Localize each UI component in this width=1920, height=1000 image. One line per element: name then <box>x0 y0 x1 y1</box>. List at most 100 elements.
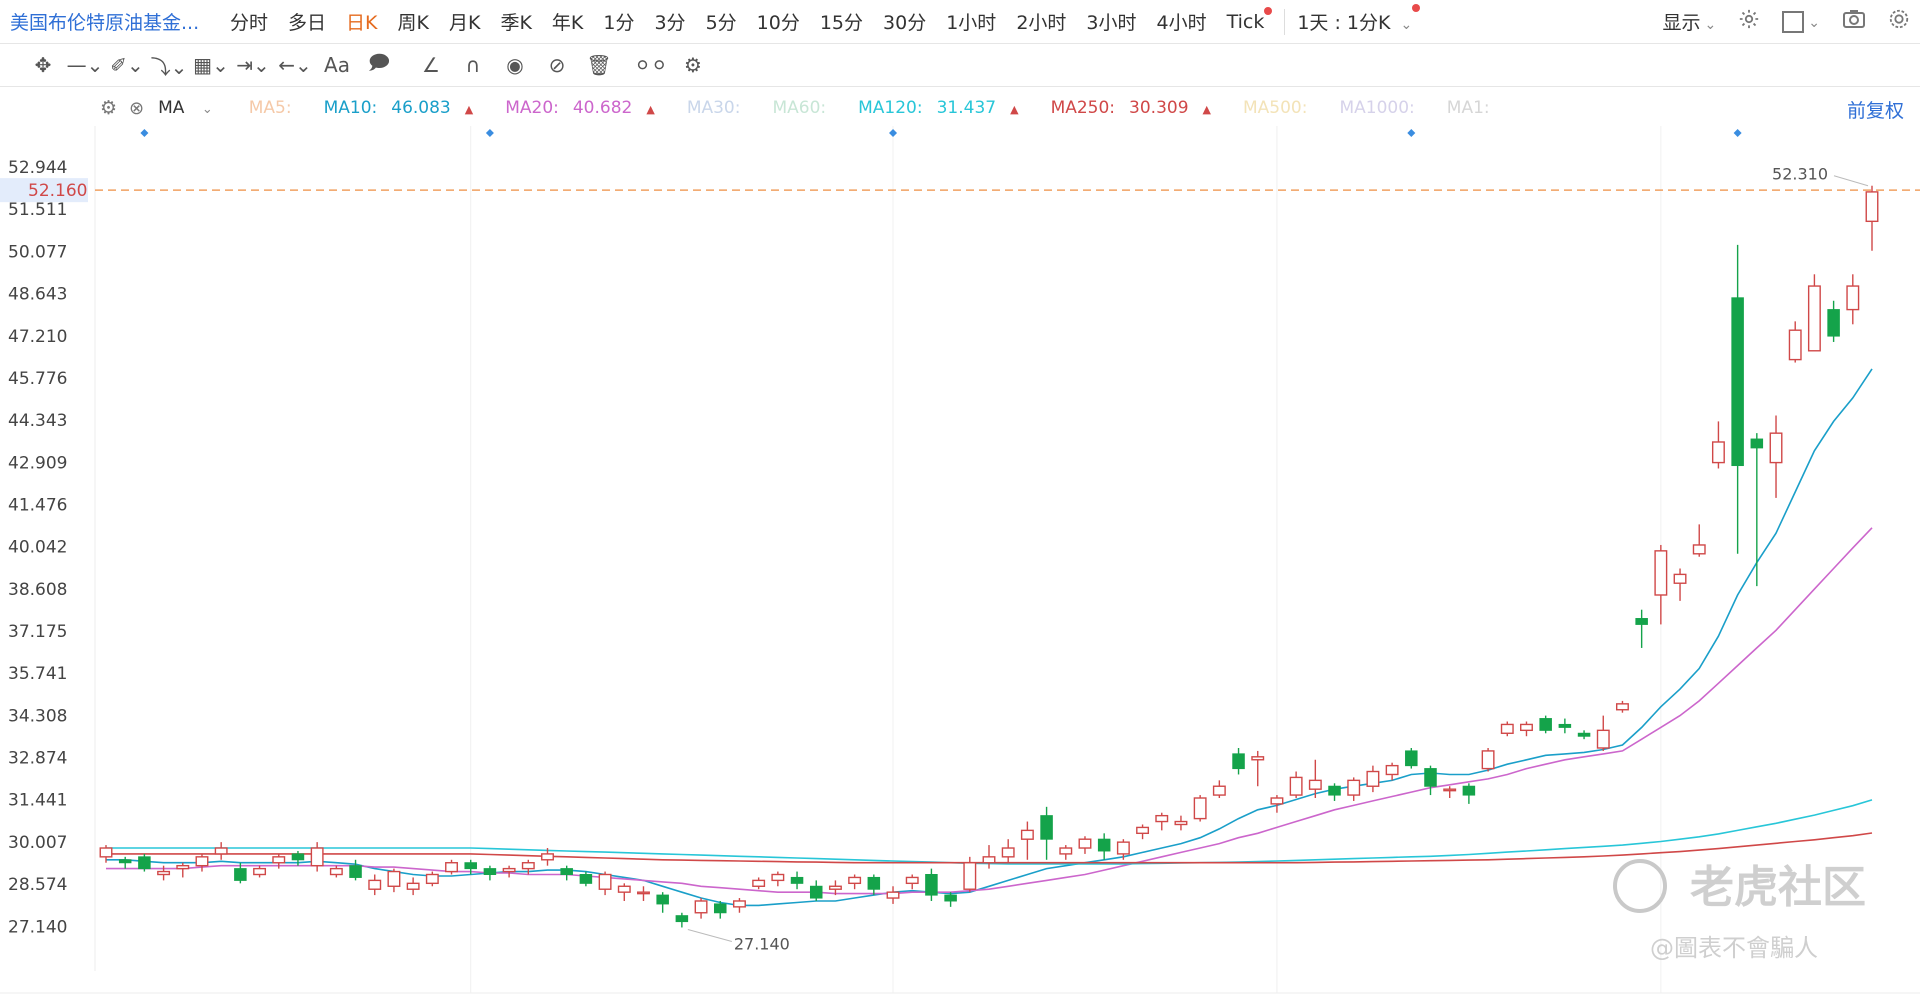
tab-period-11[interactable]: 15分 <box>820 8 863 35</box>
layout-menu[interactable]: ⌄ <box>1782 10 1820 33</box>
tab-period-16[interactable]: 4小时 <box>1157 8 1207 35</box>
y-tick-label: 51.511 <box>8 200 67 220</box>
chart-area[interactable]: 52.944 51.511 50.077 48.643 47.210 45.776 44.3… <box>0 126 1920 996</box>
compare-selector[interactable]: 1天 : 1分K ⌄ <box>1297 4 1421 35</box>
brush-icon[interactable]: ✐⌄ <box>108 50 146 80</box>
pen-icon[interactable]: ∠ <box>412 50 450 80</box>
low-label: 27.140 <box>734 934 790 953</box>
candle-body-up <box>1500 723 1514 734</box>
y-tick-label: 31.441 <box>8 791 67 811</box>
tab-period-10[interactable]: 10分 <box>757 8 800 35</box>
event-marker <box>889 129 898 137</box>
candle-body-down <box>656 894 669 905</box>
ma-item[interactable]: MA30: <box>687 98 741 118</box>
candle-body-up <box>1481 750 1495 770</box>
watermark-logo <box>1613 859 1667 913</box>
magnet-icon[interactable]: ∩ <box>454 50 492 80</box>
candle-body-up <box>1289 776 1303 796</box>
tab-period-12[interactable]: 30分 <box>883 8 926 35</box>
ma-item[interactable]: MA120: 31.437 ▲ <box>858 98 1018 118</box>
tab-period-5[interactable]: 季K <box>500 8 531 35</box>
indicator-selector[interactable]: MA ⌄ <box>158 98 213 118</box>
y-tick-label: 52.944 <box>8 158 67 178</box>
tab-period-8[interactable]: 3分 <box>654 8 685 35</box>
tab-period-13[interactable]: 1小时 <box>946 8 996 35</box>
gear-icon[interactable]: ⚙ <box>100 97 117 119</box>
tab-period-9[interactable]: 5分 <box>706 8 737 35</box>
tab-period-0[interactable]: 分时 <box>230 8 268 35</box>
candle-body-down <box>1731 297 1744 467</box>
candle-body-down <box>579 874 593 884</box>
toggle-icon[interactable]: ⚪⚪ <box>632 50 670 80</box>
candle-body-up <box>1270 797 1284 805</box>
ma-item[interactable]: MA1000: <box>1339 98 1414 118</box>
tab-period-1[interactable]: 多日 <box>288 8 326 35</box>
ma-item[interactable]: MA1: <box>1447 98 1490 118</box>
candle-body-up <box>425 873 439 885</box>
ma-item[interactable]: MA20: 40.682 ▲ <box>505 98 655 118</box>
candle-body-down <box>1097 838 1111 852</box>
delete-icon[interactable]: 🗑 <box>580 50 618 80</box>
candle-body-up <box>176 864 190 870</box>
candle-body-up <box>1520 723 1533 732</box>
ma-value: 40.682 <box>572 98 633 118</box>
tab-period-3[interactable]: 周K <box>398 8 429 35</box>
candle-body-down <box>1040 815 1053 840</box>
settings-icon[interactable] <box>1738 8 1760 35</box>
comment-icon[interactable]: 🗩 <box>360 50 398 80</box>
tab-period-2[interactable]: 日K <box>346 8 377 35</box>
tab-period-17[interactable]: Tick <box>1227 6 1273 33</box>
tab-period-15[interactable]: 3小时 <box>1086 8 1136 35</box>
candle-body-up <box>1212 785 1226 796</box>
close-icon[interactable]: ⊗ <box>129 98 144 119</box>
candle-body-down <box>118 859 132 864</box>
candle-body-up <box>963 862 977 890</box>
ma-item[interactable]: MA5: <box>249 98 292 118</box>
candle-body-up <box>157 870 171 876</box>
eye-icon[interactable]: ◉ <box>496 50 534 80</box>
hide-icon[interactable]: ⊘ <box>538 50 576 80</box>
candle-body-up <box>1020 829 1034 840</box>
settings-icon[interactable]: ⚙ <box>674 50 712 80</box>
text-icon[interactable]: Aa <box>318 50 356 80</box>
move-icon[interactable]: ✥ <box>24 50 62 80</box>
ma-item[interactable]: MA60: <box>772 98 826 118</box>
candle-body-down <box>483 868 497 876</box>
measure-icon[interactable]: ▦⌄ <box>192 50 230 80</box>
event-marker <box>1407 129 1416 137</box>
candle-body-up <box>214 847 228 855</box>
tab-period-14[interactable]: 2小时 <box>1016 8 1066 35</box>
candle-body-down <box>1328 785 1341 796</box>
candle-body-up <box>387 870 401 887</box>
y-tick-label: 50.077 <box>8 242 67 262</box>
candle-body-up <box>598 873 612 890</box>
candle-body-up <box>195 856 209 867</box>
ma-item[interactable]: MA250: 30.309 ▲ <box>1051 98 1211 118</box>
tab-period-7[interactable]: 1分 <box>603 8 634 35</box>
gear-icon[interactable] <box>1888 8 1910 35</box>
polyline-icon[interactable]: ⤵⌄ <box>150 50 188 80</box>
instrument-title[interactable]: 美国布伦特原油基金... <box>10 8 230 35</box>
camera-icon[interactable] <box>1842 8 1866 35</box>
range-icon[interactable]: ⇥⌄ <box>234 50 272 80</box>
candle-body-up <box>445 862 458 873</box>
line-icon[interactable]: —⌄ <box>66 50 104 80</box>
tab-period-6[interactable]: 年K <box>552 8 583 35</box>
y-tick-label: 37.175 <box>8 622 67 642</box>
candle-body-up <box>1654 550 1668 596</box>
tab-period-4[interactable]: 月K <box>449 8 480 35</box>
display-menu[interactable]: 显示 ⌄ <box>1663 8 1717 35</box>
top-bar: 美国布伦特原油基金... 分时 多日 日K 周K 月K 季K 年K 1分 3分 5分 10分 15分 3… <box>0 0 1920 44</box>
ma-item[interactable]: MA500: <box>1243 98 1307 118</box>
ma-item[interactable]: MA10: 46.083 ▲ <box>324 98 474 118</box>
candle-body-up <box>1807 285 1821 352</box>
divider <box>1284 8 1286 35</box>
adjust-mode[interactable]: 前复权 <box>1847 96 1904 123</box>
candlestick-chart[interactable]: 52.944 51.511 50.077 48.643 47.210 45.776 44.3… <box>0 126 1920 996</box>
candle-body-up <box>1193 797 1207 820</box>
candle-body-down <box>1827 309 1840 337</box>
ma-line-ma20 <box>106 527 1873 895</box>
y-tick-label: 44.343 <box>8 411 67 431</box>
arrow-icon[interactable]: ←⌄ <box>276 50 314 80</box>
period-tabs: 分时 多日 日K 周K 月K 季K 年K 1分 3分 5分 10分 15分 30分 1小时 2小时 3小时 4小… <box>230 6 1297 35</box>
